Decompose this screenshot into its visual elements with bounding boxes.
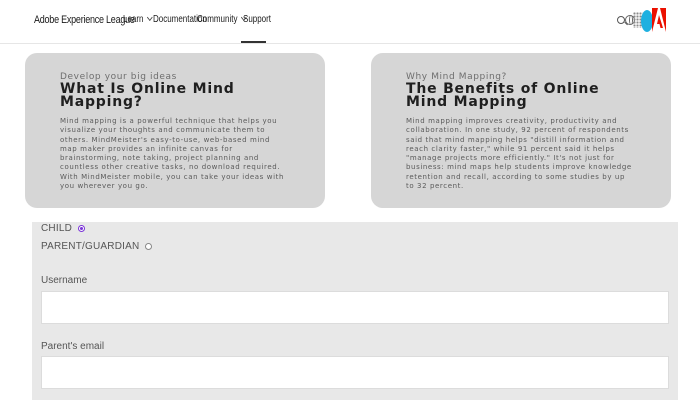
nav-learn[interactable]: Learn [123,13,153,30]
card-body: Mind mapping is a powerful technique tha… [60,117,284,191]
nav-learn-label: Learn [123,14,144,25]
brand-logo-text[interactable]: Adobe Experience League [34,14,135,26]
active-nav-indicator [241,41,266,43]
radio-button[interactable] [145,243,153,250]
site-header: Adobe Experience League Learn Documentat… [0,0,700,44]
nav-community[interactable]: Community [197,13,247,30]
info-card-benefits: Why Mind Mapping? The Benefits of Online… [371,53,671,208]
nav-community-label: Community [197,14,238,25]
card-title: The Benefits of Online Mind Mapping [406,81,600,110]
parent-email-field[interactable] [41,356,669,389]
search-icon[interactable] [617,16,625,24]
role-option-child[interactable]: CHILD [41,223,86,234]
nav-support-label: Support [243,14,272,25]
signup-form: CHILD PARENT/GUARDIAN Username Parent's … [32,222,678,400]
role-option-label: CHILD [41,223,73,234]
info-card-what-is: Develop your big ideas What Is Online Mi… [25,53,325,208]
chevron-down-icon [146,13,153,22]
radio-button-selected[interactable] [78,225,86,232]
role-option-parent[interactable]: PARENT/GUARDIAN [41,241,153,252]
parent-email-label: Parent's email [41,341,105,352]
card-body: Mind mapping improves creativity, produc… [406,117,632,191]
username-field[interactable] [41,291,669,324]
username-label: Username [41,275,88,286]
adobe-logo-icon[interactable] [652,8,666,32]
nav-support[interactable]: Support [243,14,271,30]
card-title: What Is Online Mind Mapping? [60,81,235,110]
role-option-label: PARENT/GUARDIAN [41,241,140,252]
